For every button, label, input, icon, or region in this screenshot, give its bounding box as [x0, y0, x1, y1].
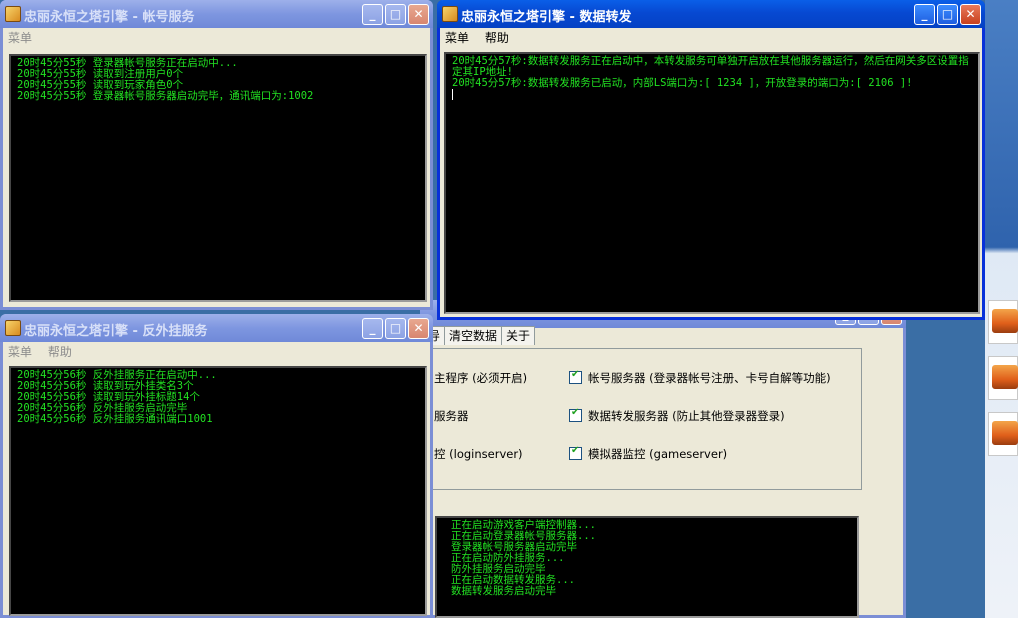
checkbox-forward-server[interactable]: 数据转发服务器 (防止其他登录器登录)	[569, 407, 785, 424]
data-forward-window: 忠丽永恒之塔引擎 - 数据转发 _ □ ✕ 菜单 帮助 20时45分57秒:数据…	[437, 0, 985, 320]
option-loginserver[interactable]: 控 (loginserver)	[434, 446, 523, 462]
log-line: 20时45分57秒:数据转发服务正在启动中，本转发服务可单独开启放在其他服务器运…	[452, 55, 969, 78]
close-button[interactable]: ✕	[408, 4, 429, 25]
text-cursor	[452, 89, 453, 100]
checkbox-label: 模拟器监控 (gameserver)	[588, 447, 728, 461]
close-button[interactable]: ✕	[408, 318, 429, 339]
title-bar[interactable]: 忠丽永恒之塔引擎 - 数据转发 _ □ ✕	[437, 0, 985, 28]
log-line: 20时45分55秒 登录器帐号服务器启动完毕，通讯端口为:1002	[17, 90, 314, 102]
log-line: 数据转发服务启动完毕	[451, 585, 556, 597]
close-button[interactable]: ✕	[960, 4, 981, 25]
checkbox-account-server[interactable]: 帐号服务器 (登录器帐号注册、卡号自解等功能)	[569, 369, 831, 386]
checkbox-checked-icon[interactable]	[569, 369, 582, 384]
tab-strip: 导清空数据 关于	[423, 326, 536, 345]
forward-log-console[interactable]: 20时45分57秒:数据转发服务正在启动中，本转发服务可单独开启放在其他服务器运…	[444, 52, 980, 314]
maximize-button[interactable]: □	[937, 4, 958, 25]
image-file-icon	[992, 421, 1018, 445]
tab-about[interactable]: 关于	[501, 326, 536, 345]
minimize-button[interactable]: _	[362, 4, 383, 25]
menu-item-menu[interactable]: 菜单	[445, 31, 469, 45]
checkbox-checked-icon[interactable]	[569, 445, 582, 460]
image-file-icon	[992, 365, 1018, 389]
menu-item-help[interactable]: 帮助	[48, 345, 72, 359]
option-main-program[interactable]: 主程序 (必须开启)	[434, 370, 527, 386]
menu-item-help[interactable]: 帮助	[485, 31, 509, 45]
window-title: 忠丽永恒之塔引擎 - 帐号服务	[24, 10, 195, 25]
desktop-icon[interactable]	[988, 300, 1018, 344]
desktop-icon[interactable]	[988, 412, 1018, 456]
window-title: 忠丽永恒之塔引擎 - 数据转发	[461, 10, 632, 25]
main-control-window: _ □ ✕ 导清空数据关于 主程序 (必须开启) 服务器 控 (loginser…	[420, 300, 906, 618]
log-line: 20时45分57秒:数据转发服务已启动，内部LS端口为:[ 1234 ]，开放登…	[452, 77, 913, 89]
app-icon	[5, 320, 21, 336]
checkbox-label: 帐号服务器 (登录器帐号注册、卡号自解等功能)	[588, 371, 831, 385]
option-server[interactable]: 服务器	[434, 408, 469, 424]
menu-item-menu[interactable]: 菜单	[8, 345, 32, 359]
title-bar[interactable]: 忠丽永恒之塔引擎 - 反外挂服务 _ □ ✕	[0, 314, 433, 342]
account-service-window: 忠丽永恒之塔引擎 - 帐号服务 _ □ ✕ 菜单 20时45分55秒 登录器帐号…	[0, 0, 433, 310]
minimize-button[interactable]: _	[362, 318, 383, 339]
account-log-console[interactable]: 20时45分55秒 登录器帐号服务正在启动中... 20时45分55秒 读取到注…	[9, 54, 427, 302]
checkbox-checked-icon[interactable]	[569, 407, 582, 422]
window-title: 忠丽永恒之塔引擎 - 反外挂服务	[24, 324, 208, 339]
menu-bar: 菜单	[3, 28, 430, 48]
anticheat-service-window: 忠丽永恒之塔引擎 - 反外挂服务 _ □ ✕ 菜单 帮助 20时45分56秒 反…	[0, 314, 433, 618]
menu-item-menu[interactable]: 菜单	[8, 31, 32, 45]
main-log-console[interactable]: 正在启动游戏客户端控制器... 正在启动登录器帐号服务器... 登录器帐号服务器…	[435, 516, 859, 618]
title-bar[interactable]: 忠丽永恒之塔引擎 - 帐号服务 _ □ ✕	[0, 0, 433, 28]
menu-bar: 菜单 帮助	[440, 28, 982, 48]
desktop-icon[interactable]	[988, 356, 1018, 400]
checkbox-label: 数据转发服务器 (防止其他登录器登录)	[588, 409, 785, 423]
maximize-button[interactable]: □	[385, 318, 406, 339]
checkbox-gameserver-monitor[interactable]: 模拟器监控 (gameserver)	[569, 445, 728, 462]
minimize-button[interactable]: _	[914, 4, 935, 25]
maximize-button[interactable]: □	[385, 4, 406, 25]
log-line: 20时45分56秒 反外挂服务通讯端口1001	[17, 413, 213, 425]
image-file-icon	[992, 309, 1018, 333]
options-panel: 主程序 (必须开启) 服务器 控 (loginserver) 帐号服务器 (登录…	[423, 348, 862, 490]
app-icon	[5, 6, 21, 22]
anticheat-log-console[interactable]: 20时45分56秒 反外挂服务正在启动中... 20时45分56秒 读取到玩外挂…	[9, 366, 427, 616]
app-icon	[442, 6, 458, 22]
tab-clear-data[interactable]: 清空数据	[444, 326, 503, 345]
menu-bar: 菜单 帮助	[3, 342, 430, 362]
